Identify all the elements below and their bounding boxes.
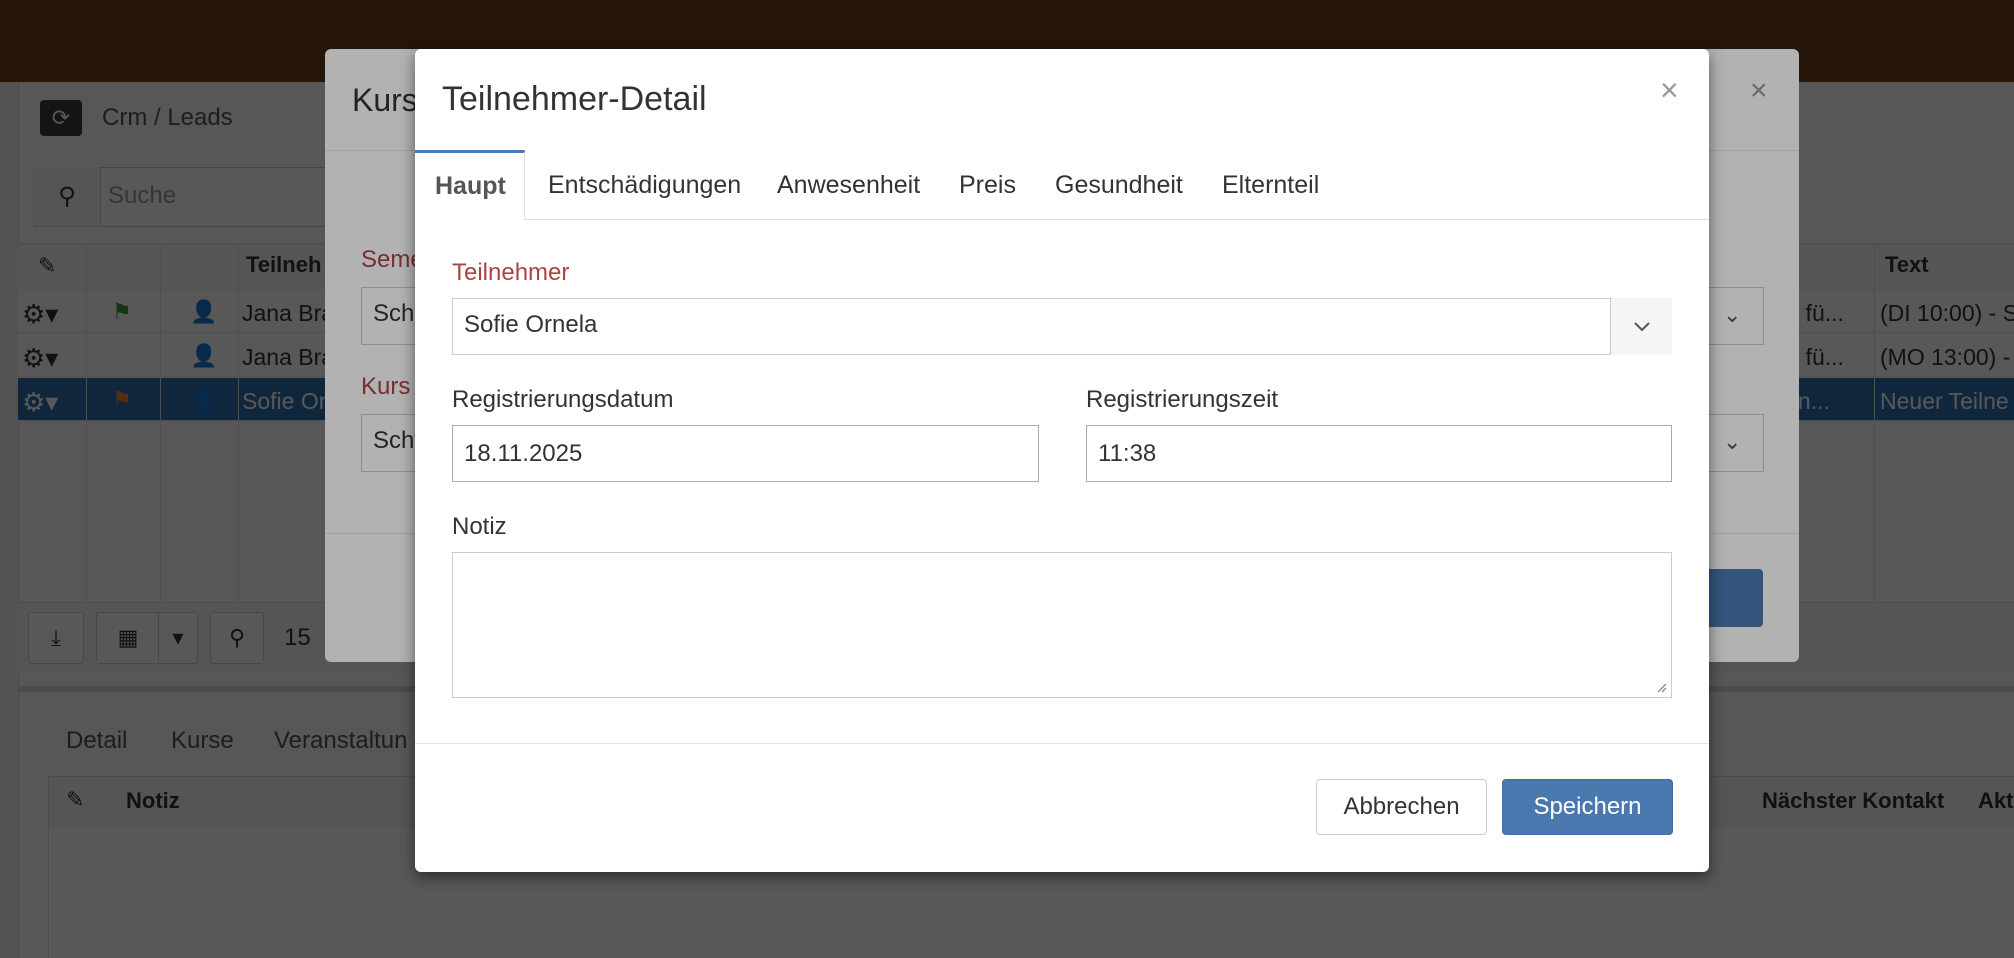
reg-date-label: Registrierungsdatum <box>452 386 674 413</box>
footer-divider <box>415 743 1709 744</box>
modal-title: Teilnehmer-Detail <box>442 80 707 118</box>
teilnehmer-dropdown-button[interactable] <box>1610 298 1672 355</box>
notiz-label: Notiz <box>452 513 507 540</box>
tab-anwesenheit[interactable]: Anwesenheit <box>757 150 940 220</box>
chevron-down-icon <box>1633 321 1650 331</box>
resize-handle-icon[interactable] <box>1655 681 1667 693</box>
reg-date-input[interactable]: 18.11.2025 <box>452 425 1039 482</box>
reg-time-input[interactable]: 11:38 <box>1086 425 1672 482</box>
save-button[interactable]: Speichern <box>1502 779 1673 835</box>
tab-gesundheit[interactable]: Gesundheit <box>1035 150 1203 220</box>
teilnehmer-select[interactable] <box>452 298 1672 355</box>
tab-elternteil[interactable]: Elternteil <box>1202 150 1339 220</box>
teilnehmer-label: Teilnehmer <box>452 259 570 286</box>
teilnehmer-value: Sofie Ornela <box>464 311 598 338</box>
tab-preis[interactable]: Preis <box>939 150 1036 220</box>
notiz-textarea[interactable] <box>452 552 1672 698</box>
cancel-button[interactable]: Abbrechen <box>1316 779 1487 835</box>
tab-haupt[interactable]: Haupt <box>415 150 525 220</box>
tab-entschaedigungen[interactable]: Entschädigungen <box>528 150 761 220</box>
reg-time-label: Registrierungszeit <box>1086 386 1279 413</box>
close-icon[interactable]: × <box>1660 72 1679 109</box>
